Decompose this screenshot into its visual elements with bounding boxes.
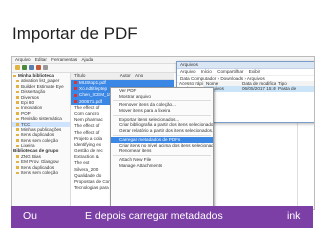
slide-title: Importar de PDF <box>12 24 138 43</box>
collections-sidebar: Minha biblioteca ativation list_paper Bu… <box>12 73 71 209</box>
folder-icon <box>16 90 19 94</box>
folder-icon <box>16 96 19 99</box>
new-collection-icon[interactable] <box>15 65 20 70</box>
menu-edit[interactable]: Editar <box>35 57 47 62</box>
column-title[interactable]: Título <box>71 73 86 78</box>
add-by-identifier-icon[interactable] <box>29 65 34 70</box>
menu-file[interactable]: Arquivo <box>15 57 31 62</box>
attach-icon[interactable] <box>36 65 41 70</box>
explorer-file-list: NomeData de modificaçãoTipo Arquivos06/0… <box>204 81 314 122</box>
column-author[interactable]: Autor <box>117 73 131 78</box>
folder-icon <box>16 112 19 115</box>
folder-icon <box>13 74 16 78</box>
group-item[interactable]: Itens sem coleção <box>12 170 70 175</box>
column-year[interactable]: Ano <box>132 73 143 78</box>
folder-icon <box>16 117 19 121</box>
menu-tools[interactable]: Ferramentas <box>51 57 77 62</box>
folder-icon <box>16 79 19 83</box>
explorer-cell: Pasta de <box>278 86 297 92</box>
caption-left: Ou <box>23 210 38 222</box>
explorer-row[interactable]: Arquivos 06/05/2017 15:49Pasta de <box>204 86 314 92</box>
explorer-tab[interactable]: Início <box>201 69 212 74</box>
menu-separator <box>113 154 211 156</box>
menu-separator <box>113 100 211 102</box>
pdf-icon <box>74 93 77 97</box>
app-screenshot: Arquivo Editar Ferramentas Ajuda Minha b… <box>11 56 315 210</box>
explorer-tab[interactable]: Compartilhar <box>217 69 243 74</box>
folder-icon <box>16 101 19 104</box>
menu-separator <box>113 114 211 116</box>
caption-right: ink <box>287 210 301 222</box>
menu-separator <box>113 134 211 136</box>
caption-bar: Ou E depois carregar metadados ink <box>11 206 313 228</box>
folder-icon <box>16 85 19 88</box>
folder-icon <box>16 139 19 142</box>
menu-item-generate-report[interactable]: Gerar relatório a partir dos itens selec… <box>111 128 213 134</box>
menu-item-move-to-trash[interactable]: Mover itens para a lixeira <box>111 108 213 114</box>
menu-item-manage-attachments[interactable]: Manage Attachments <box>111 163 213 169</box>
folder-icon <box>16 160 19 164</box>
folder-icon <box>16 133 19 137</box>
note-icon[interactable] <box>43 65 48 70</box>
caption-middle: E depois carregar metadados <box>85 210 223 222</box>
folder-icon <box>16 166 19 169</box>
menu-item-show-file[interactable]: Mostrar arquivo <box>111 94 213 100</box>
menu-item-rename-items[interactable]: Renomear itens <box>111 148 213 154</box>
explorer-cell: 06/05/2017 15:49 <box>242 86 276 92</box>
list-header: Título Autor Ano <box>71 73 174 80</box>
explorer-titlebar[interactable]: Arquivos <box>177 62 314 69</box>
explorer-ribbon-tabs: Arquivo Início Compartilhar Exibir <box>177 69 314 76</box>
explorer-tab[interactable]: Exibir <box>249 69 261 74</box>
context-menu: Ver PDF Mostrar arquivo Remover itens da… <box>110 87 214 207</box>
explorer-tab[interactable]: Arquivo <box>180 69 196 74</box>
folder-icon <box>16 106 19 110</box>
folder-icon <box>16 171 19 175</box>
folder-icon <box>16 123 19 126</box>
pdf-icon <box>74 87 77 91</box>
pdf-icon <box>74 81 77 85</box>
folder-icon <box>16 155 19 158</box>
new-item-icon[interactable] <box>22 65 27 70</box>
menu-help[interactable]: Ajuda <box>81 57 93 62</box>
folder-icon <box>16 128 19 131</box>
pdf-icon <box>74 99 77 103</box>
trash-icon <box>16 144 19 148</box>
